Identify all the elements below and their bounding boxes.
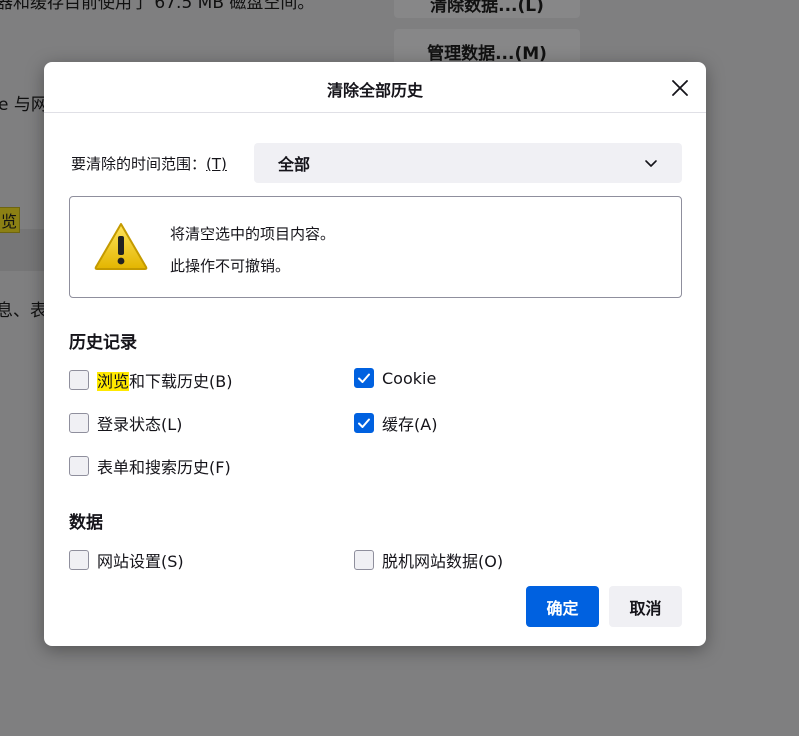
checkbox-offline-data[interactable]: 脱机网站数据(O): [354, 548, 503, 572]
close-icon: [672, 80, 688, 96]
checkbox-site-settings[interactable]: 网站设置(S): [69, 548, 184, 572]
time-range-accesskey: (T): [206, 155, 227, 173]
chevron-down-icon: [645, 160, 657, 167]
checkbox-active-logins[interactable]: 登录状态(L): [69, 411, 182, 435]
warning-box: 将清空选中的项目内容。 此操作不可撤销。: [69, 196, 682, 298]
clear-history-dialog: 清除全部历史 要清除的时间范围：(T) 全部 将清空选中的项目内容。 此操作不可…: [44, 62, 706, 646]
checkbox-browsing-history[interactable]: 浏览和下载历史(B): [69, 368, 232, 392]
time-range-select[interactable]: 全部: [254, 143, 682, 183]
bg-cookie-text: e 与网: [0, 95, 48, 115]
checkbox-label: 缓存(A): [382, 415, 438, 434]
checkbox-label: Cookie: [382, 368, 437, 388]
cancel-button[interactable]: 取消: [609, 586, 682, 627]
checkbox-box[interactable]: [69, 550, 89, 570]
warning-line-1: 将清空选中的项目内容。: [170, 225, 336, 243]
bg-row-band: [0, 229, 44, 271]
time-range-label: 要清除的时间范围：(T): [71, 155, 227, 173]
warning-icon: [94, 223, 148, 270]
checkbox-form-search-history[interactable]: 表单和搜索历史(F): [69, 454, 231, 478]
checkbox-label: 登录状态(L): [97, 415, 183, 434]
checkmark-icon: [358, 373, 370, 383]
checkbox-box[interactable]: [354, 413, 374, 433]
checkbox-box[interactable]: [69, 370, 89, 390]
history-section-title: 历史记录: [69, 333, 137, 353]
close-button[interactable]: [666, 74, 694, 102]
checkbox-label: 表单和搜索历史(F): [97, 458, 231, 477]
checkbox-cache[interactable]: 缓存(A): [354, 411, 437, 435]
time-range-value: 全部: [278, 155, 311, 174]
ok-button[interactable]: 确定: [526, 586, 599, 627]
dialog-header: 清除全部历史: [44, 62, 706, 113]
checkbox-cookies[interactable]: Cookie: [354, 368, 436, 388]
dialog-title: 清除全部历史: [326, 81, 423, 100]
data-section-title: 数据: [69, 513, 103, 533]
checkbox-box[interactable]: [354, 550, 374, 570]
bg-highlight-text: 览: [0, 207, 21, 233]
checkbox-label: 脱机网站数据(O): [382, 552, 504, 571]
bg-clear-data-button: 清除数据...(L): [394, 0, 580, 18]
checkmark-icon: [358, 418, 370, 428]
checkbox-label: 网站设置(S): [97, 552, 184, 571]
checkbox-label: 浏览和下载历史(B): [97, 372, 233, 391]
warning-line-2: 此操作不可撤销。: [170, 257, 291, 275]
bg-usage-text: 器和缓存目前使用了 67.5 MB 磁盘空间。: [0, 0, 315, 13]
checkbox-box[interactable]: [69, 456, 89, 476]
checkbox-box[interactable]: [69, 413, 89, 433]
checkbox-box[interactable]: [354, 368, 374, 388]
